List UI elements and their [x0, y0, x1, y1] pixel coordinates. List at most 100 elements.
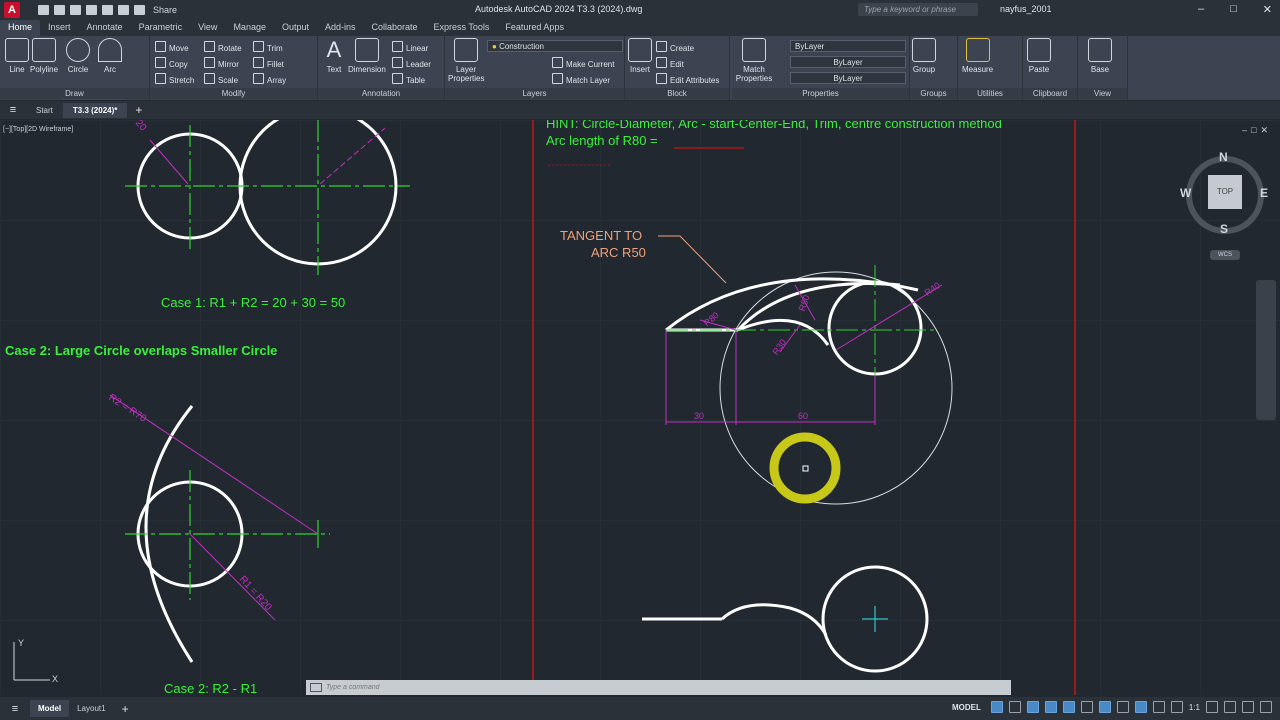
- share-button[interactable]: Share: [153, 5, 177, 15]
- new-tab-icon[interactable]: +: [127, 103, 150, 117]
- tab-view[interactable]: View: [190, 20, 225, 36]
- table-tool[interactable]: Table: [392, 73, 425, 85]
- workspace-gear-icon[interactable]: [1206, 701, 1218, 713]
- dimension-tool[interactable]: Dimension: [348, 38, 386, 74]
- draw-panel-title[interactable]: Draw: [0, 88, 149, 99]
- maximize-icon[interactable]: □: [1230, 3, 1237, 16]
- tab-home[interactable]: Home: [0, 20, 41, 36]
- block-panel-title[interactable]: Block: [625, 88, 729, 99]
- navigation-bar[interactable]: [1256, 280, 1276, 420]
- object-snap-icon[interactable]: [1098, 701, 1111, 713]
- paste-tool[interactable]: Paste: [1027, 38, 1051, 74]
- layers-panel-title[interactable]: Layers: [445, 88, 624, 99]
- match-layer-tool[interactable]: Match Layer: [552, 73, 610, 85]
- modify-panel-title[interactable]: Modify: [150, 88, 317, 99]
- viewcube-east[interactable]: E: [1260, 186, 1268, 200]
- measure-tool[interactable]: Measure: [962, 38, 993, 74]
- array-tool[interactable]: Array: [253, 73, 286, 85]
- trim-tool[interactable]: Trim: [253, 41, 283, 53]
- clipboard-panel-title[interactable]: Clipboard: [1023, 88, 1077, 99]
- plot-icon[interactable]: [102, 5, 113, 15]
- rotate-tool[interactable]: Rotate: [204, 41, 242, 53]
- edit-attributes-tool[interactable]: Edit Attributes: [656, 73, 719, 85]
- tab-featured-apps[interactable]: Featured Apps: [497, 20, 572, 36]
- groups-panel-title[interactable]: Groups: [910, 88, 957, 99]
- annotation-visibility-icon[interactable]: [1170, 701, 1183, 713]
- add-layout-icon[interactable]: +: [114, 702, 137, 716]
- tab-express-tools[interactable]: Express Tools: [426, 20, 498, 36]
- group-tool[interactable]: Group: [912, 38, 936, 74]
- drawing-canvas[interactable]: HINT: Circle-Diameter, Arc - start-Cente…: [0, 120, 1280, 695]
- new-file-icon[interactable]: [38, 5, 49, 15]
- model-space-label[interactable]: MODEL: [952, 703, 981, 712]
- linetype-dropdown[interactable]: ByLayer: [790, 56, 906, 68]
- command-history-icon[interactable]: [310, 683, 322, 692]
- layer-dropdown[interactable]: ● Construction: [487, 40, 623, 52]
- lineweight-toggle-icon[interactable]: [1116, 701, 1129, 713]
- insert-block-tool[interactable]: Insert: [628, 38, 652, 74]
- properties-panel-title[interactable]: Properties: [732, 88, 909, 99]
- tab-annotate[interactable]: Annotate: [79, 20, 131, 36]
- autocad-logo[interactable]: A: [4, 2, 20, 18]
- add-icon[interactable]: [1224, 701, 1236, 713]
- fillet-tool[interactable]: Fillet: [253, 57, 284, 69]
- create-block-tool[interactable]: Create: [656, 41, 694, 53]
- start-tab[interactable]: Start: [26, 103, 63, 118]
- tab-manage[interactable]: Manage: [225, 20, 274, 36]
- tab-output[interactable]: Output: [274, 20, 317, 36]
- grid-toggle-icon[interactable]: [990, 701, 1003, 713]
- viewcube-west[interactable]: W: [1180, 186, 1191, 200]
- isolate-objects-icon[interactable]: [1242, 701, 1254, 713]
- viewcube-top-face[interactable]: TOP: [1208, 175, 1242, 209]
- viewcube[interactable]: TOP N S E W WCS: [1180, 150, 1270, 260]
- base-view-tool[interactable]: Base: [1088, 38, 1112, 74]
- isodraft-toggle-icon[interactable]: [1062, 701, 1075, 713]
- customization-icon[interactable]: [1260, 701, 1272, 713]
- close-icon[interactable]: ✕: [1263, 3, 1272, 16]
- hamburger-icon[interactable]: ≡: [0, 104, 26, 116]
- circle-tool[interactable]: Circle: [66, 38, 90, 74]
- object-snap-tracking-icon[interactable]: [1080, 701, 1093, 713]
- line-tool[interactable]: Line: [5, 38, 29, 74]
- layout1-tab[interactable]: Layout1: [69, 700, 113, 717]
- edit-block-tool[interactable]: Edit: [656, 57, 684, 69]
- model-tab[interactable]: Model: [30, 700, 70, 717]
- undo-icon[interactable]: [118, 5, 129, 15]
- redo-icon[interactable]: [134, 5, 145, 15]
- wcs-menu[interactable]: WCS: [1210, 250, 1240, 260]
- snap-toggle-icon[interactable]: [1008, 701, 1021, 713]
- lineweight-dropdown[interactable]: ByLayer: [790, 72, 906, 84]
- open-file-icon[interactable]: [54, 5, 65, 15]
- tab-addins[interactable]: Add-ins: [317, 20, 364, 36]
- leader-tool[interactable]: Leader: [392, 57, 431, 69]
- minimize-icon[interactable]: –: [1198, 3, 1204, 16]
- search-input[interactable]: Type a keyword or phrase: [858, 3, 978, 16]
- user-account[interactable]: nayfus_2001: [1000, 4, 1052, 14]
- layer-properties-tool[interactable]: Layer Properties: [448, 38, 484, 83]
- scale-tool[interactable]: Scale: [204, 73, 238, 85]
- annotation-panel-title[interactable]: Annotation: [318, 88, 444, 99]
- copy-tool[interactable]: Copy: [155, 57, 188, 69]
- arc-tool[interactable]: Arc: [98, 38, 122, 74]
- annotation-scale[interactable]: 1:1: [1189, 703, 1200, 712]
- move-tool[interactable]: Move: [155, 41, 189, 53]
- utilities-panel-title[interactable]: Utilities: [958, 88, 1022, 99]
- save-as-icon[interactable]: [86, 5, 97, 15]
- layout-menu-icon[interactable]: ≡: [0, 703, 30, 715]
- ortho-toggle-icon[interactable]: [1026, 701, 1039, 713]
- text-tool[interactable]: A Text: [322, 38, 346, 75]
- stretch-tool[interactable]: Stretch: [155, 73, 194, 85]
- tab-parametric[interactable]: Parametric: [131, 20, 191, 36]
- viewcube-south[interactable]: S: [1220, 222, 1228, 236]
- command-input[interactable]: [326, 684, 826, 691]
- view-panel-title[interactable]: View: [1078, 88, 1127, 99]
- transparency-toggle-icon[interactable]: [1134, 701, 1147, 713]
- polyline-tool[interactable]: Polyline: [30, 38, 58, 74]
- selection-cycling-icon[interactable]: [1152, 701, 1165, 713]
- match-properties-tool[interactable]: Match Properties: [735, 38, 773, 83]
- tab-insert[interactable]: Insert: [40, 20, 79, 36]
- save-icon[interactable]: [70, 5, 81, 15]
- viewcube-north[interactable]: N: [1219, 150, 1228, 164]
- tab-collaborate[interactable]: Collaborate: [364, 20, 426, 36]
- linear-dim-tool[interactable]: Linear: [392, 41, 428, 53]
